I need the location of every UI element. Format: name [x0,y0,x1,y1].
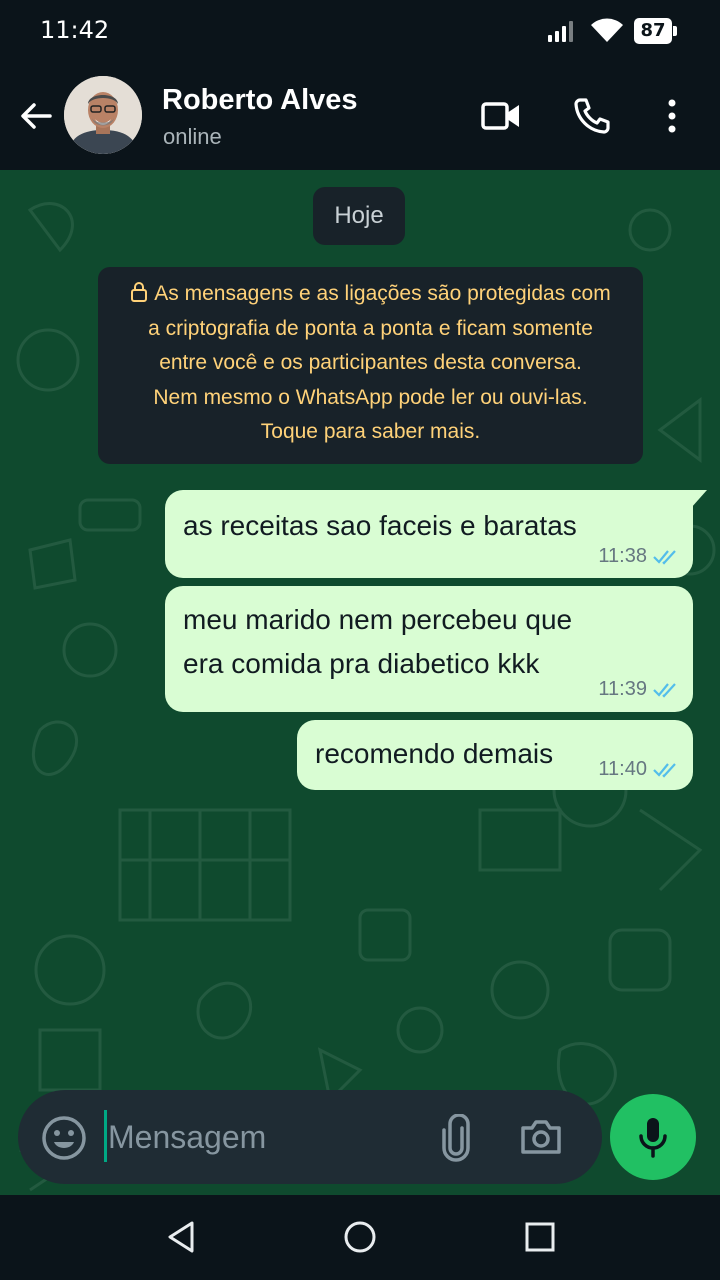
double-check-icon [653,762,676,778]
message-text: meu marido nem percebeu que [183,604,573,635]
lock-icon [131,282,148,302]
status-time: 11:42 [40,16,110,44]
system-nav-bar [0,1195,720,1280]
message-bubble[interactable]: recomendo demais 11:40 [297,720,693,790]
notice-text: As mensagens e as ligações são protegida… [154,282,611,305]
input-bar [0,1080,720,1195]
paperclip-icon[interactable] [436,1114,476,1162]
avatar[interactable] [64,76,142,154]
message-time: 11:39 [598,678,647,700]
contact-status: online [163,124,222,149]
signal-icon [548,21,573,42]
nav-back-icon[interactable] [162,1217,202,1257]
notice-line: entre você e os participantes desta conv… [159,351,582,374]
notice-line: Toque para saber mais. [260,420,481,443]
message-input[interactable] [108,1110,408,1164]
smiley-icon[interactable] [40,1114,88,1162]
message-text: era comida pra diabetico kkk [183,648,540,679]
encryption-notice[interactable]: As mensagens e as ligações são protegida… [98,267,643,464]
message-bubble[interactable]: meu marido nem percebeu que era comida p… [165,586,693,712]
message-text: recomendo demais [315,738,554,769]
microphone-button[interactable] [610,1094,696,1180]
battery-level: 87 [634,18,672,44]
more-vertical-icon[interactable] [650,94,694,138]
message-bubble[interactable]: as receitas sao faceis e baratas 11:38 [165,490,707,578]
double-check-icon [653,682,676,698]
video-camera-icon[interactable] [478,94,524,138]
text-caret [104,1110,107,1162]
phone-icon[interactable] [570,94,614,138]
microphone-icon [639,1118,667,1158]
double-check-icon [653,549,676,565]
chat-area[interactable]: Hoje As mensagens e as ligações são prot… [0,170,720,1195]
compose-box[interactable] [18,1090,602,1184]
contact-name[interactable]: Roberto Alves [162,84,358,117]
message-text: as receitas sao faceis e baratas [183,510,577,541]
camera-icon[interactable] [518,1114,564,1160]
message-time: 11:38 [598,545,647,567]
chat-header: Roberto Alves online [0,64,720,170]
status-bar: 11:42 87 [0,0,720,64]
date-chip: Hoje [313,187,405,245]
notice-line: Nem mesmo o WhatsApp pode ler ou ouvi-la… [153,385,588,409]
nav-home-icon[interactable] [340,1217,380,1257]
wifi-icon [591,18,623,42]
notice-line: a criptografia de ponta a ponta e ficam … [148,316,593,340]
notice-line: As mensagens e as ligações são protegida… [98,277,643,312]
arrow-left-icon[interactable] [14,94,58,138]
battery-icon: 87 [634,18,678,44]
nav-recents-icon[interactable] [520,1217,560,1257]
message-time: 11:40 [598,758,647,780]
